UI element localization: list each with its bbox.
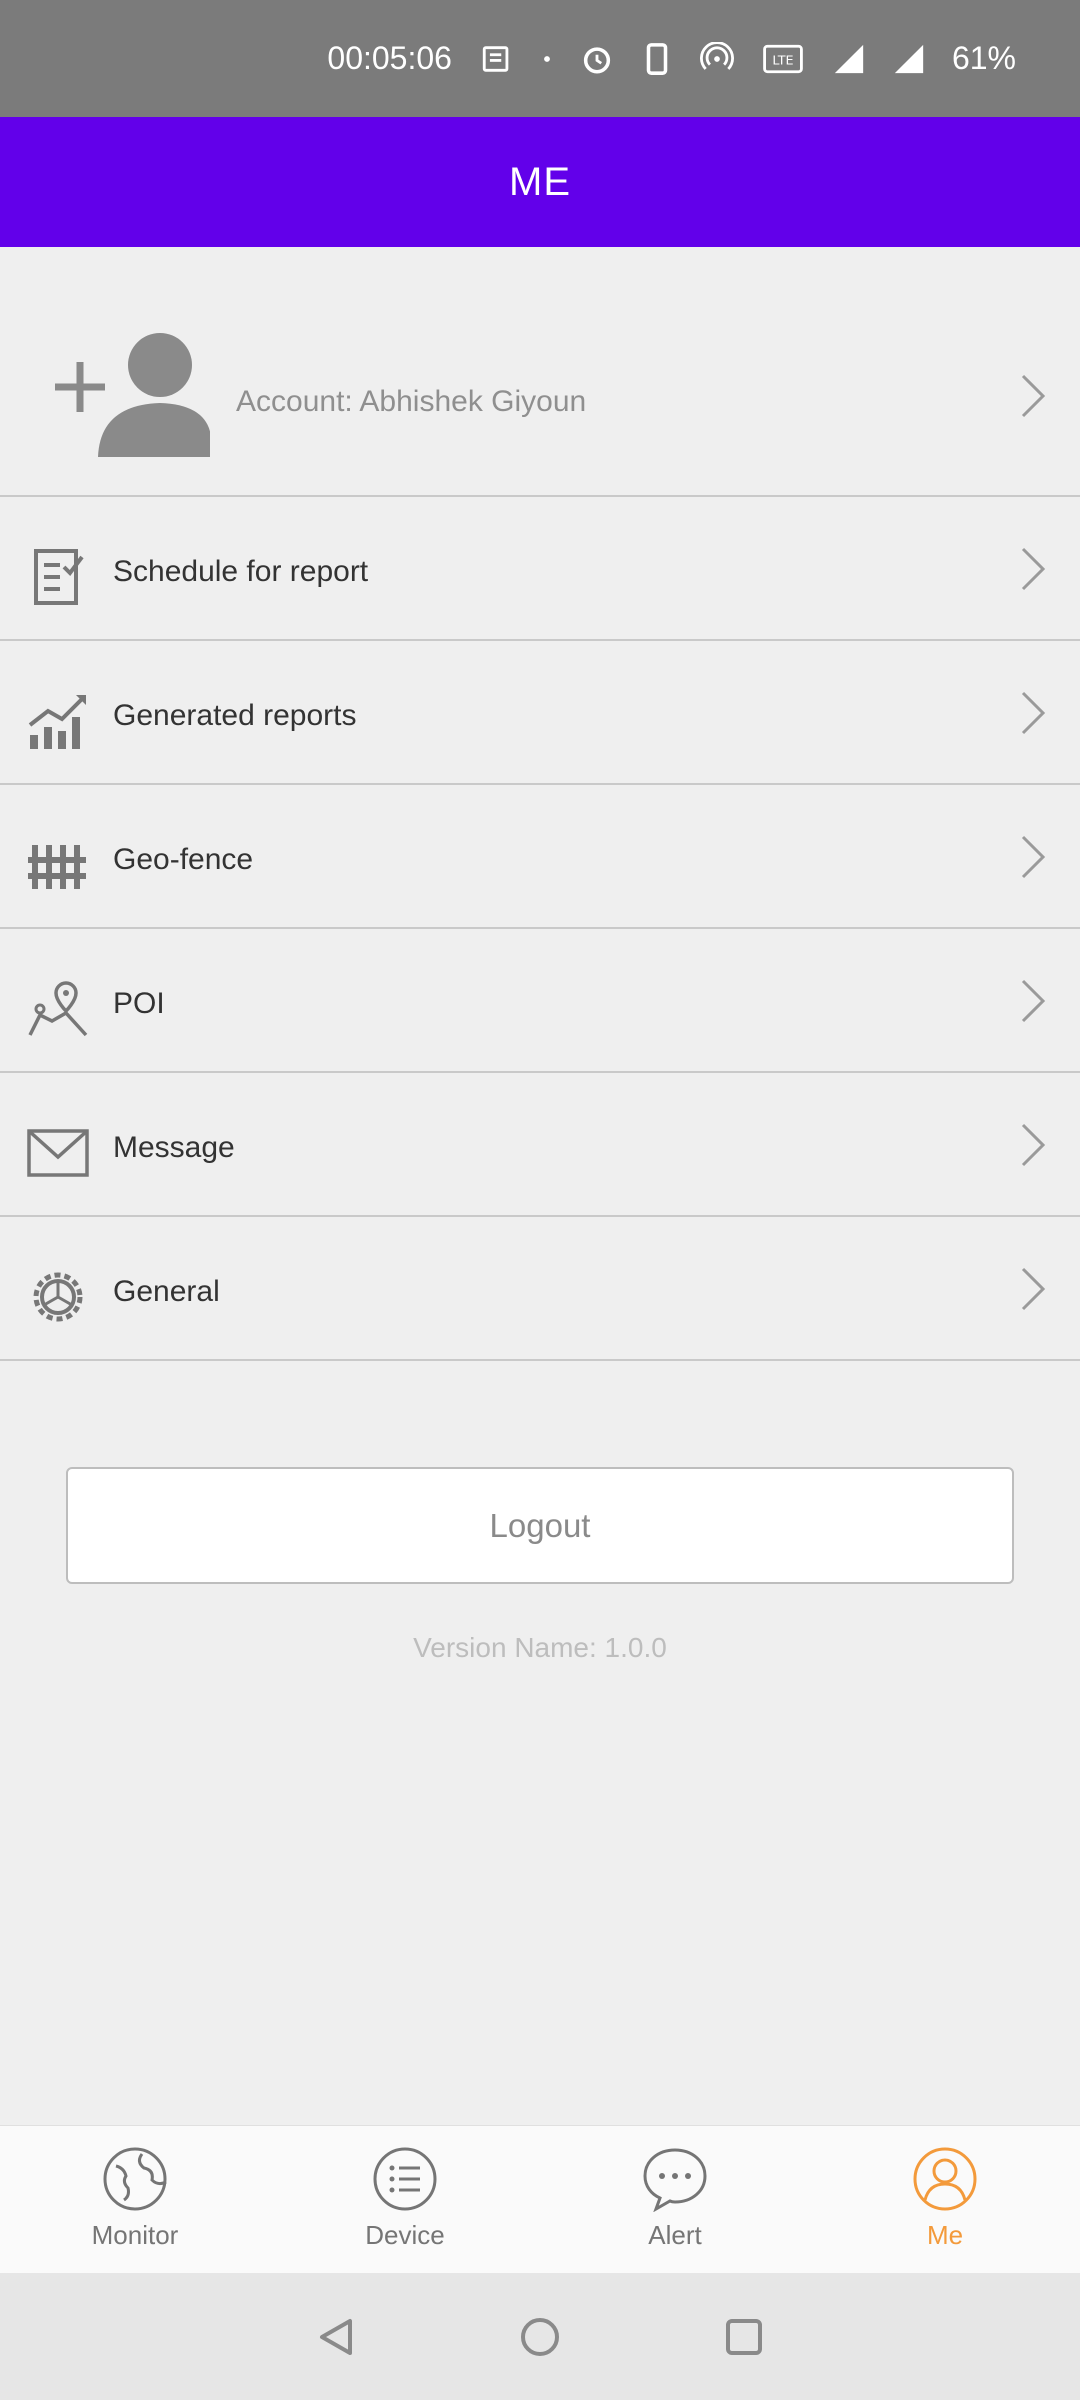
home-icon[interactable] [518,2315,562,2359]
menu-item-label: POI [113,987,165,1020]
tab-monitor[interactable]: Monitor [0,2126,270,2273]
tab-label: Me [926,2220,964,2250]
envelope-icon [27,1129,89,1177]
dot-icon [544,55,550,62]
user-icon [913,2147,977,2211]
menu-item-label: Generated reports [113,699,357,732]
tab-alert[interactable]: Alert [540,2126,810,2273]
add-user-icon [55,333,210,457]
fence-icon [28,845,86,889]
menu-item-poi[interactable]: POI [0,929,1080,1073]
version-text: Version Name: 1.0.0 [413,1632,667,1663]
signal-r-icon [894,44,924,73]
svg-text:LTE: LTE [772,53,793,68]
chevron-right-icon [1021,374,1046,418]
bottom-nav: Monitor Device Alert Me [0,2125,1080,2273]
menu-item-generated-reports[interactable]: Generated reports [0,641,1080,785]
menu-item-message[interactable]: Message [0,1073,1080,1217]
menu-item-geo-fence[interactable]: Geo-fence [0,785,1080,929]
page-title: ME [509,159,571,204]
menu-item-general[interactable]: General [0,1217,1080,1361]
tab-label: Device [365,2220,445,2250]
tab-device[interactable]: Device [270,2126,540,2273]
list-icon [373,2147,437,2211]
account-row[interactable]: Account: Abhishek Giyoun [0,247,1080,497]
gear-icon [33,1272,83,1322]
system-nav-bar [0,2273,1080,2400]
schedule-report-icon [34,549,84,605]
volte-icon: LTE [763,44,803,73]
menu-item-label: Schedule for report [113,555,369,588]
menu-item-label: General [113,1275,220,1308]
status-time: 00:05:06 [327,40,452,76]
status-bar: 00:05:06 LTE 61% [0,0,1080,117]
chevron-right-icon [1021,979,1046,1023]
chart-growth-icon [28,695,86,749]
page-header: ME [0,117,1080,247]
phone-icon [646,42,668,75]
chevron-right-icon [1021,835,1046,879]
tab-label: Alert [648,2220,702,2250]
logout-button[interactable]: Logout [66,1467,1014,1584]
account-label: Account: Abhishek Giyoun [236,385,587,418]
tab-me[interactable]: Me [810,2126,1080,2273]
chevron-right-icon [1021,1267,1046,1311]
map-pin-icon [28,981,88,1037]
chevron-right-icon [1021,547,1046,591]
news-icon [482,45,509,72]
signal-4g-icon [834,44,864,73]
status-icons: LTE [480,41,926,76]
chat-icon [643,2148,707,2212]
alarm-icon [583,46,611,74]
tab-label: Monitor [91,2220,179,2250]
menu-item-label: Geo-fence [113,843,254,876]
battery-level: 61% [951,40,1016,76]
globe-icon [103,2147,167,2211]
menu-item-schedule-report[interactable]: Schedule for report [0,497,1080,641]
chevron-right-icon [1021,1123,1046,1167]
hotspot-icon [699,41,734,70]
menu-item-label: Message [113,1131,235,1164]
recents-icon[interactable] [722,2315,766,2359]
chevron-right-icon [1021,691,1046,735]
back-icon[interactable] [314,2315,358,2359]
